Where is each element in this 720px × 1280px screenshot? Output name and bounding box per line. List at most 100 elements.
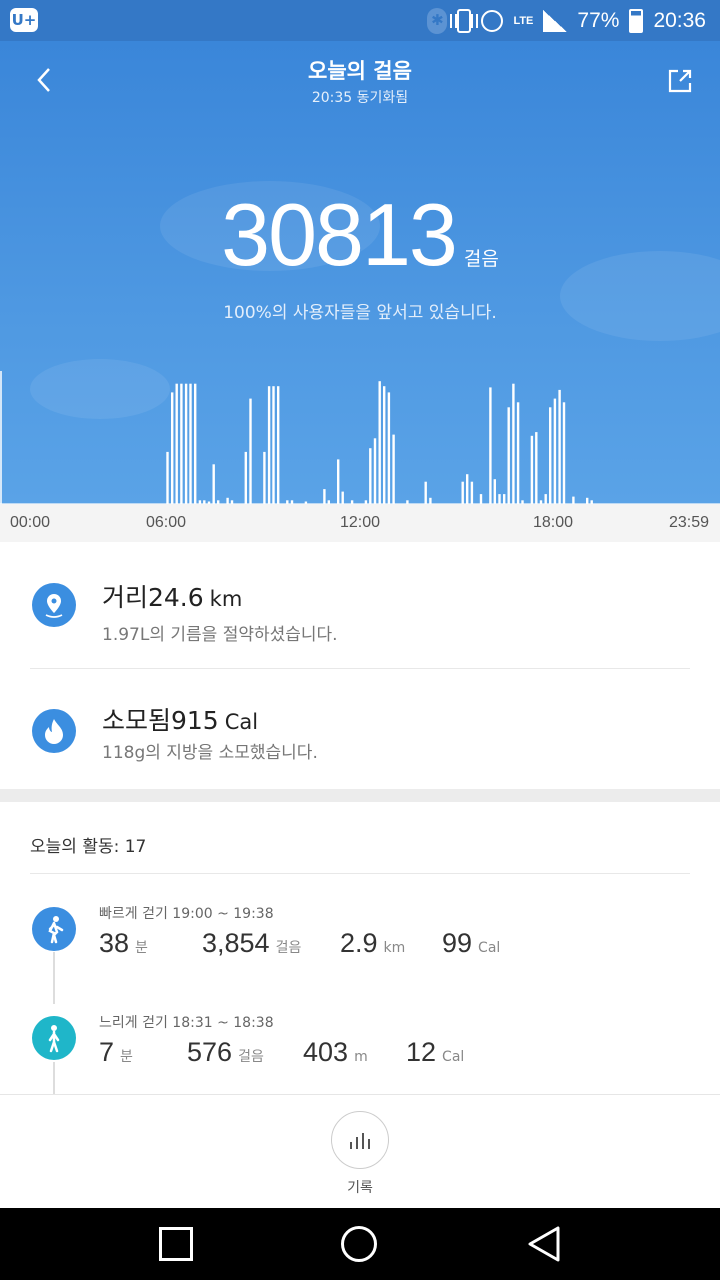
step-bar (493, 479, 496, 504)
recents-button[interactable] (159, 1227, 193, 1261)
activity-header: 오늘의 활동: 17 (30, 837, 147, 857)
activity-title: 빠르게 걷기 19:00 ~ 19:38 (99, 906, 274, 922)
vibrate-icon (450, 9, 479, 33)
calories-row[interactable]: 소모됨915 Cal 118g의 지방을 소모했습니다. (0, 668, 720, 780)
step-bar (171, 392, 174, 504)
activity-calories: 99 Cal (442, 928, 501, 958)
calories-value: 소모됨915 Cal (102, 706, 259, 735)
step-bar (277, 386, 280, 504)
distance-row[interactable]: 거리24.6 km 1.97L의 기름을 절약하셨습니다. (0, 542, 720, 654)
bluetooth-icon: ✱ (427, 8, 448, 34)
alarm-icon (481, 10, 504, 32)
time-tick: 00:00 (10, 514, 51, 531)
distance-value: 거리24.6 km (102, 583, 243, 612)
time-tick: 23:59 (669, 514, 710, 531)
record-button[interactable] (331, 1111, 389, 1169)
step-bar (194, 383, 197, 504)
step-bar (535, 432, 538, 504)
back-button[interactable] (524, 1224, 564, 1264)
activity-duration: 7분 (99, 1037, 133, 1067)
step-bar (272, 386, 275, 504)
lte-icon: LTE (513, 14, 534, 27)
rank-text: 100%의 사용자들을 앞서고 있습니다. (223, 303, 497, 323)
step-bar (470, 481, 474, 504)
step-bar (562, 402, 566, 504)
step-bar (466, 474, 469, 504)
sync-status: 20:35 동기화됨 (311, 90, 409, 106)
time-tick: 12:00 (340, 514, 381, 531)
activity-distance: 2.9 km (340, 928, 406, 958)
step-bar (369, 448, 372, 504)
step-bar (544, 494, 547, 504)
step-bar (323, 489, 326, 504)
activity-duration: 38 분 (99, 928, 148, 958)
step-bar (558, 389, 561, 504)
step-bar (572, 496, 575, 504)
battery-percent: 77% (577, 9, 620, 32)
location-pin-icon (32, 583, 76, 627)
activity-item[interactable]: 빠르게 걷기 19:00 ~ 19:38 38 분 3,854 걸음 2.9 km 9… (0, 898, 720, 998)
step-bar (337, 459, 340, 504)
step-bar (189, 383, 192, 504)
step-bar (512, 383, 515, 504)
home-button[interactable] (341, 1226, 377, 1262)
section-separator (0, 789, 720, 802)
step-bar (489, 387, 492, 504)
record-label: 기록 (347, 1180, 373, 1196)
step-bar (383, 386, 386, 504)
activity-steps: 576 걸음 (187, 1037, 264, 1067)
bar-chart-icon (350, 1133, 370, 1149)
step-bar (516, 402, 520, 504)
activity-calories: 12 Cal (406, 1037, 465, 1067)
step-bar (263, 451, 266, 504)
step-bar (498, 494, 501, 504)
activity-title: 느리게 걷기 18:31 ~ 18:38 (99, 1015, 274, 1031)
step-bar (507, 407, 510, 504)
activity-distance: 403 m (303, 1037, 368, 1067)
step-count-value: 30813 (221, 185, 458, 284)
battery-icon (629, 9, 644, 33)
chart-time-axis: 00:00 06:00 12:00 18:00 23:59 (0, 504, 720, 542)
step-bar (553, 398, 557, 504)
step-bar (341, 491, 344, 504)
status-bar: U+ ✱ LTE 77% 20:36 (0, 0, 720, 41)
step-bar (378, 381, 381, 504)
share-icon[interactable] (666, 67, 694, 95)
step-bar (244, 451, 247, 504)
system-nav-bar (0, 1208, 720, 1280)
time-tick: 18:00 (533, 514, 574, 531)
bottom-bar: 기록 (0, 1094, 720, 1208)
step-bar (549, 407, 552, 504)
activity-steps: 3,854 걸음 (202, 928, 302, 958)
step-bar (479, 494, 483, 504)
page-title: 오늘의 걸음 (308, 59, 412, 83)
step-bar (503, 494, 506, 504)
flame-icon (32, 709, 76, 753)
activity-item[interactable]: 느리게 걷기 18:31 ~ 18:38 7분 576 걸음 403 m 12 Cal (0, 1007, 720, 1107)
step-bar (249, 398, 252, 504)
step-bar (392, 434, 395, 504)
step-count-unit: 걸음 (463, 248, 499, 270)
step-bar (424, 481, 427, 504)
fast-walk-icon (32, 907, 76, 951)
time-tick: 06:00 (146, 514, 187, 531)
signal-icon (543, 10, 568, 32)
step-bar (184, 383, 188, 504)
step-bar (373, 438, 377, 504)
hourly-steps-chart (0, 371, 720, 504)
step-bar (387, 392, 391, 504)
step-count: 30813 걸음 (0, 184, 720, 286)
step-bar (267, 386, 271, 504)
calories-sub: 118g의 지방을 소모했습니다. (102, 743, 318, 763)
step-bar (175, 383, 178, 504)
step-bar (180, 383, 183, 504)
clock: 20:36 (653, 9, 706, 32)
step-bar (166, 451, 169, 504)
steps-hero: 오늘의 걸음 20:35 동기화됨 30813 걸음 100%의 사용자들을 앞서… (0, 41, 720, 504)
step-bar (212, 464, 215, 504)
carrier-app-icon: U+ (10, 8, 38, 32)
step-bar (530, 435, 534, 504)
step-bar (461, 481, 464, 504)
divider (30, 873, 690, 874)
slow-walk-icon (32, 1016, 76, 1060)
